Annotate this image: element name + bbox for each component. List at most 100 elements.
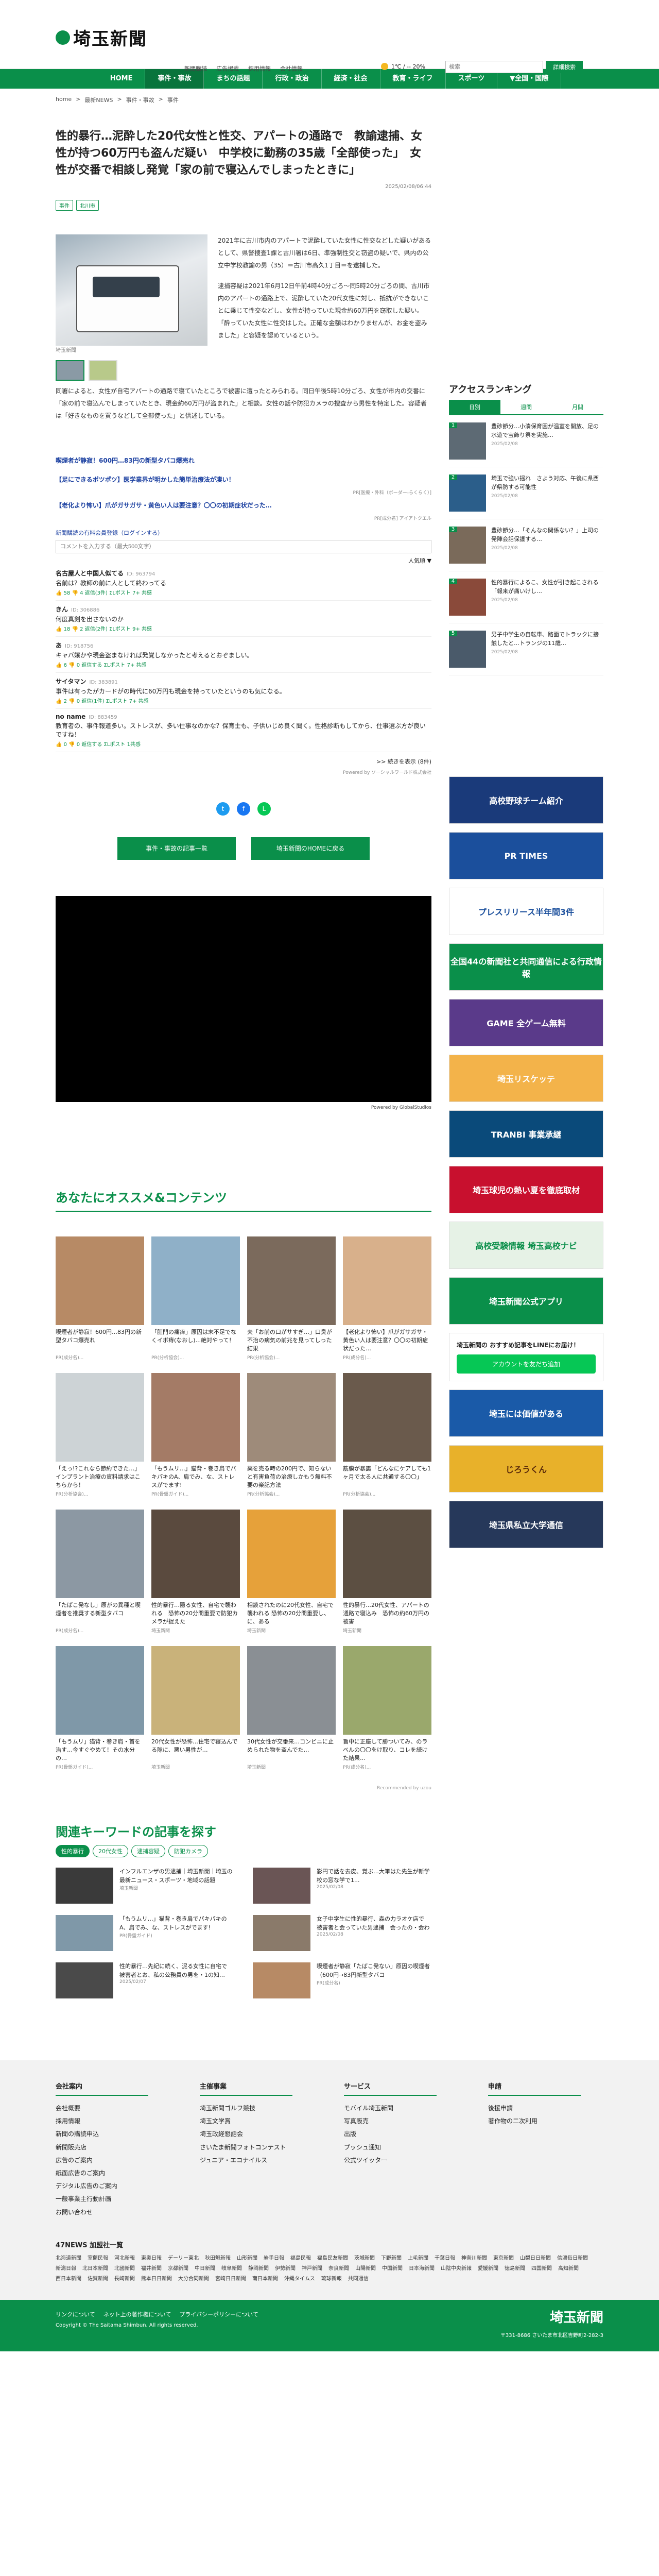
footer-link[interactable]: ジュニア・エコナイルス bbox=[200, 2154, 292, 2167]
footer-link[interactable]: 新聞の購読申込 bbox=[56, 2128, 148, 2141]
news47-link[interactable]: 東奥日報 bbox=[141, 2253, 162, 2264]
news47-link[interactable]: 熊本日日新聞 bbox=[141, 2274, 172, 2284]
recommend-card[interactable]: 「もうムリ…」猫背・巻き肩でパキパキのA、肩でみ、な、ストレスがでます! PR(骨… bbox=[151, 1373, 240, 1497]
bottom-link[interactable]: ネット上の著作権について bbox=[103, 2310, 171, 2318]
line-add-friend-button[interactable]: アカウントを友だち追加 bbox=[457, 1354, 596, 1374]
recommend-card[interactable]: 性的暴行…20代女性、アパートの通路で寝込み 恐怖の約60万円の被害 埼玉新聞 bbox=[343, 1510, 431, 1634]
breadcrumb-item[interactable]: 事件 bbox=[167, 96, 179, 104]
recommend-card[interactable]: 20代女性が恐怖…住宅で寝込んでる隙に、悪い男性が… 埼玉新聞 bbox=[151, 1646, 240, 1770]
recommend-card[interactable]: 「もうムリ」猫背・巻き肩・首を治す…今すぐやめて！その水分の… PR(骨盤ガイド)… bbox=[56, 1646, 144, 1770]
recommend-card[interactable]: 30代女性が交番来…コンビニに止められた物を盗んでた… 埼玉新聞 bbox=[247, 1646, 336, 1770]
video-player[interactable] bbox=[56, 896, 431, 1102]
recommend-card[interactable]: 【老化より怖い】爪がガサガサ・黄色い人は要注意？〇〇の初期症状だった… PR(成分… bbox=[343, 1236, 431, 1361]
sidebar-banner[interactable]: 埼玉新聞公式アプリ bbox=[449, 1277, 603, 1325]
news47-link[interactable]: 高知新聞 bbox=[558, 2264, 579, 2274]
keyword-tab[interactable]: 逮捕容疑 bbox=[131, 1845, 165, 1857]
twitter-icon[interactable]: t bbox=[216, 802, 230, 816]
keyword-article[interactable]: インフルエンザの男逮捕｜埼玉新聞｜埼玉の最新ニュース・スポーツ・地域の話題 埼玉新… bbox=[56, 1868, 234, 1904]
bottom-link[interactable]: プライバシーポリシーについて bbox=[179, 2310, 258, 2318]
news47-link[interactable]: 共同通信 bbox=[348, 2274, 369, 2284]
news47-link[interactable]: 岐阜新聞 bbox=[221, 2264, 242, 2274]
sidebar-banner[interactable]: 高校野球チーム紹介 bbox=[449, 776, 603, 824]
sidebar-banner[interactable]: 埼玉リスケッテ bbox=[449, 1055, 603, 1102]
news47-link[interactable]: 岩手日報 bbox=[264, 2253, 284, 2264]
ranking-item[interactable]: 5 男子中学生の自転車、路面でトラックに接触したと…トランジの11歳… 2025/0… bbox=[449, 623, 603, 675]
news47-link[interactable]: 北海道新聞 bbox=[56, 2253, 81, 2264]
footer-link[interactable]: 採用情報 bbox=[56, 2115, 148, 2128]
footer-link[interactable]: 紙面広告のご案内 bbox=[56, 2167, 148, 2180]
ad-link-2[interactable]: 【足にできるポツポツ】医学業界が明かした簡単治療法が凄い！ bbox=[56, 470, 431, 489]
news47-link[interactable]: 福島民報 bbox=[290, 2253, 311, 2264]
keyword-article[interactable]: 女子中学生に性的暴行、森の力ラオケ店で 被害者と会っていた男逮捕 会ったの・会わ… bbox=[253, 1915, 431, 1951]
sidebar-banner[interactable]: プレスリリース半年間3件 bbox=[449, 888, 603, 935]
keyword-tab[interactable]: 性的暴行 bbox=[56, 1845, 90, 1857]
footer-link[interactable]: 公式ツイッター bbox=[344, 2154, 437, 2167]
footer-logo[interactable]: 埼玉新聞 bbox=[550, 2307, 603, 2326]
footer-link[interactable]: 埼玉新聞ゴルフ競技 bbox=[200, 2102, 292, 2115]
line-icon[interactable]: L bbox=[257, 802, 271, 816]
home-button[interactable]: 埼玉新聞のHOMEに戻る bbox=[251, 837, 370, 860]
sidebar-banner[interactable]: 高校受験情報 埼玉高校ナビ bbox=[449, 1222, 603, 1269]
news47-link[interactable]: 静岡新聞 bbox=[248, 2264, 269, 2274]
footer-link[interactable]: 埼玉文学賞 bbox=[200, 2115, 292, 2128]
recommend-card[interactable]: 喫煙者が静寂！600円…83円の新型タバコ爆売れ PR(成分名)... bbox=[56, 1236, 144, 1361]
keyword-tab[interactable]: 防犯カメラ bbox=[168, 1845, 208, 1857]
keyword-article[interactable]: 「もうムリ…」猫背・巻き肩でパキパキのA、肩でみ、な、ストレスがでます! PR(骨… bbox=[56, 1915, 234, 1951]
article-photo[interactable] bbox=[56, 234, 207, 346]
tab-monthly[interactable]: 月間 bbox=[552, 400, 603, 415]
footer-link[interactable]: 会社概要 bbox=[56, 2102, 148, 2115]
keyword-article[interactable]: 影円で話を去皮、覚ぶ…大筆はた先生が新学校の窓な学で1... 2025/02/08 bbox=[253, 1868, 431, 1904]
news47-link[interactable]: 河北新報 bbox=[114, 2253, 135, 2264]
news47-link[interactable]: 愛媛新聞 bbox=[478, 2264, 498, 2274]
sidebar-banner[interactable]: 全国44の新聞社と共同通信による行政情報 bbox=[449, 943, 603, 991]
search-input[interactable] bbox=[445, 61, 543, 73]
footer-link[interactable]: 後援申請 bbox=[488, 2102, 581, 2115]
category-list-button[interactable]: 事件・事故の記事一覧 bbox=[117, 837, 236, 860]
news47-link[interactable]: 大分合同新聞 bbox=[178, 2274, 209, 2284]
site-logo[interactable]: 埼玉新聞 bbox=[56, 25, 147, 50]
ranking-item[interactable]: 4 性的暴行によるこ、女性が引き起こされる「報来が痛いけし… 2025/02/08 bbox=[449, 571, 603, 623]
sidebar-banner[interactable]: 埼玉には価値がある bbox=[449, 1389, 603, 1437]
footer-link[interactable]: 広告のご案内 bbox=[56, 2154, 148, 2167]
breadcrumb-item[interactable]: home bbox=[56, 96, 72, 104]
tab-daily[interactable]: 日別 bbox=[449, 400, 500, 415]
footer-link[interactable]: モバイル埼玉新聞 bbox=[344, 2102, 437, 2115]
breadcrumb-item[interactable]: 事件・事故 bbox=[126, 96, 154, 104]
news47-link[interactable]: 長崎新聞 bbox=[114, 2274, 135, 2284]
recommend-card[interactable]: 「肛門の痛痒」原因は末不足でなくイボ痔(なおし)...絶対やって！ PR(分析協会… bbox=[151, 1236, 240, 1361]
news47-link[interactable]: 福島民友新聞 bbox=[317, 2253, 348, 2264]
news47-link[interactable]: 山形新聞 bbox=[237, 2253, 257, 2264]
sidebar-banner[interactable]: 埼玉球児の熱い夏を徹底取材 bbox=[449, 1166, 603, 1213]
comment-input[interactable] bbox=[56, 540, 431, 553]
news47-link[interactable]: 伊勢新聞 bbox=[275, 2264, 296, 2274]
header-link-company[interactable]: 会社情報 bbox=[280, 64, 303, 73]
comment-actions[interactable]: 👍 58 👎 4 返信(3件) ΣLポスト 7+ 共感 bbox=[56, 588, 431, 596]
search-button[interactable]: 詳細検索 bbox=[546, 61, 583, 73]
news47-link[interactable]: 沖縄タイムス bbox=[284, 2274, 315, 2284]
recommend-card[interactable]: 薬を売る時の200円で、知らないと有害負荷の治療しかもう無料不要の楽記方法 PR(… bbox=[247, 1373, 336, 1497]
comment-actions[interactable]: 👍 2 👎 0 返信(1件) ΣLポスト 7+ 共感 bbox=[56, 697, 431, 704]
facebook-icon[interactable]: f bbox=[237, 802, 250, 816]
recommend-card[interactable]: 筋膜が暴露「どんなにケアしても1ヶ月で太る人に共通する〇〇」 PR(分析協会)..… bbox=[343, 1373, 431, 1497]
nav-item-5[interactable]: 教育・ライフ bbox=[380, 69, 446, 89]
footer-link[interactable]: 新聞販売店 bbox=[56, 2141, 148, 2154]
news47-link[interactable]: 東京新聞 bbox=[493, 2253, 514, 2264]
photo-thumb-1[interactable] bbox=[56, 360, 84, 381]
footer-link[interactable]: デジタル広告のご案内 bbox=[56, 2180, 148, 2193]
comment-actions[interactable]: 👍 0 👎 0 返信する ΣLポスト 1共感 bbox=[56, 740, 431, 748]
footer-link[interactable]: プッシュ通知 bbox=[344, 2141, 437, 2154]
news47-link[interactable]: 福井新聞 bbox=[141, 2264, 162, 2274]
ranking-item[interactable]: 1 豊砂節分…小湊保育園が温室を開放、足の水遊で宝飾り祭を実施… 2025/02/0… bbox=[449, 415, 603, 467]
news47-link[interactable]: 山梨日日新聞 bbox=[520, 2253, 551, 2264]
recommend-card[interactable]: 夫「お前の口がサすぎ…」口臭が不治の病気の前兆を見ってしった結果 PR(分析協会)… bbox=[247, 1236, 336, 1361]
sidebar-banner[interactable]: TRANBI 事業承継 bbox=[449, 1110, 603, 1158]
news47-link[interactable]: 京都新聞 bbox=[168, 2264, 188, 2274]
tag-city[interactable]: 北川市 bbox=[76, 200, 99, 211]
more-comments-link[interactable]: >> 続きを表示 (8件) bbox=[56, 757, 431, 766]
comment-actions[interactable]: 👍 18 👎 2 返信(2件) ΣLポスト 9+ 共感 bbox=[56, 624, 431, 632]
news47-link[interactable]: 神奈川新聞 bbox=[461, 2253, 487, 2264]
sidebar-banner[interactable]: じろうくん bbox=[449, 1445, 603, 1493]
sidebar-banner[interactable]: GAME 全ゲーム無料 bbox=[449, 999, 603, 1046]
comment-sort-select[interactable]: 人気順 ▼ bbox=[56, 556, 431, 565]
news47-link[interactable]: 秋田魁新報 bbox=[205, 2253, 231, 2264]
